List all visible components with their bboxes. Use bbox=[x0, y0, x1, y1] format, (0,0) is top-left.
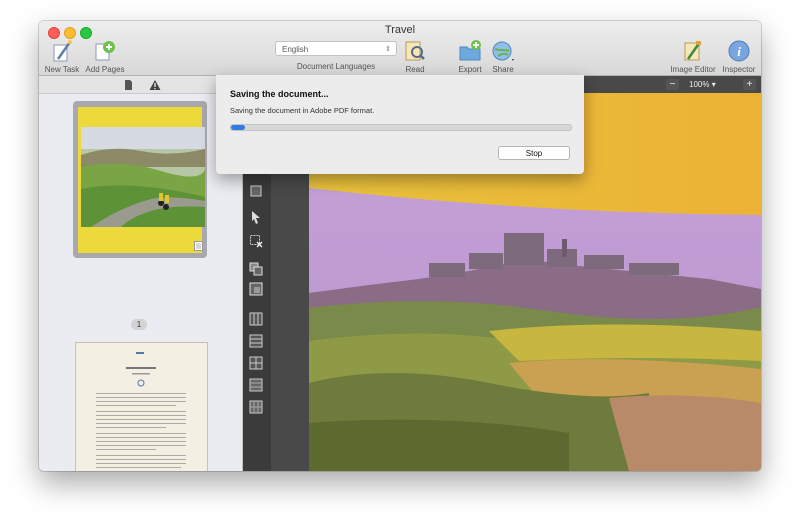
save-progress-bar bbox=[230, 124, 572, 131]
table-merge-icon[interactable] bbox=[249, 378, 263, 392]
sidebar-tabs bbox=[39, 76, 242, 94]
document-language-select[interactable]: English ⇕ bbox=[275, 41, 397, 56]
table-grid-icon[interactable] bbox=[249, 356, 263, 370]
page-view-tab[interactable] bbox=[122, 79, 134, 91]
image-editor-icon bbox=[684, 41, 702, 61]
tuscany-landscape-thumbnail bbox=[81, 127, 205, 227]
page-1-image bbox=[78, 107, 205, 253]
pages-sidebar: 1 bbox=[39, 76, 243, 471]
saving-dialog: Saving the document... Saving the docume… bbox=[216, 75, 584, 174]
svg-text:i: i bbox=[737, 44, 741, 59]
info-icon: i bbox=[728, 40, 750, 62]
toolbar: Travel New Task Add Pages English ⇕ Docu… bbox=[39, 21, 761, 76]
share-button[interactable]: Share bbox=[473, 39, 533, 74]
add-area-icon[interactable] bbox=[249, 262, 263, 276]
select-area-icon[interactable] bbox=[249, 184, 263, 198]
table-split-icon[interactable] bbox=[249, 400, 263, 414]
page-text-icon bbox=[194, 241, 203, 251]
zoom-out-button[interactable]: − bbox=[666, 79, 679, 90]
wand-icon bbox=[53, 40, 72, 62]
pointer-icon[interactable] bbox=[249, 210, 263, 224]
dialog-message: Saving the document in Adobe PDF format. bbox=[230, 106, 375, 115]
save-progress-fill bbox=[231, 125, 245, 130]
add-page-icon bbox=[95, 41, 115, 61]
table-rows-icon[interactable] bbox=[249, 334, 263, 348]
document-languages-label: Document Languages bbox=[296, 62, 376, 71]
add-pages-button[interactable]: Add Pages bbox=[75, 39, 135, 74]
zoom-level[interactable]: 100% ▾ bbox=[689, 79, 716, 90]
read-magnifier-icon bbox=[405, 41, 425, 61]
page-thumbnail-2[interactable] bbox=[75, 342, 208, 471]
window-title: Travel bbox=[384, 24, 416, 36]
zoom-value: 100% bbox=[689, 80, 710, 89]
table-columns-icon[interactable] bbox=[249, 312, 263, 326]
read-button[interactable]: Read bbox=[385, 39, 445, 74]
subtract-area-icon[interactable] bbox=[249, 282, 263, 296]
inspector-button[interactable]: i Inspector bbox=[709, 39, 761, 74]
warning-icon bbox=[149, 80, 161, 90]
page-number-1: 1 bbox=[131, 319, 147, 330]
add-pages-label: Add Pages bbox=[85, 65, 125, 74]
read-label: Read bbox=[405, 65, 425, 74]
share-globe-icon bbox=[492, 41, 514, 61]
text-page-preview bbox=[96, 352, 186, 468]
page-thumbnail-1[interactable] bbox=[73, 101, 207, 258]
page-icon bbox=[125, 80, 132, 90]
share-label: Share bbox=[492, 65, 514, 74]
inspector-label: Inspector bbox=[722, 65, 756, 74]
stop-button[interactable]: Stop bbox=[498, 146, 570, 160]
warnings-tab[interactable] bbox=[149, 79, 161, 91]
zoom-in-button[interactable]: + bbox=[743, 79, 756, 90]
delete-area-icon[interactable] bbox=[249, 234, 263, 248]
zoom-controls: − 100% ▾ + bbox=[661, 76, 761, 93]
dialog-title: Saving the document... bbox=[230, 89, 329, 99]
language-value: English bbox=[282, 45, 309, 54]
